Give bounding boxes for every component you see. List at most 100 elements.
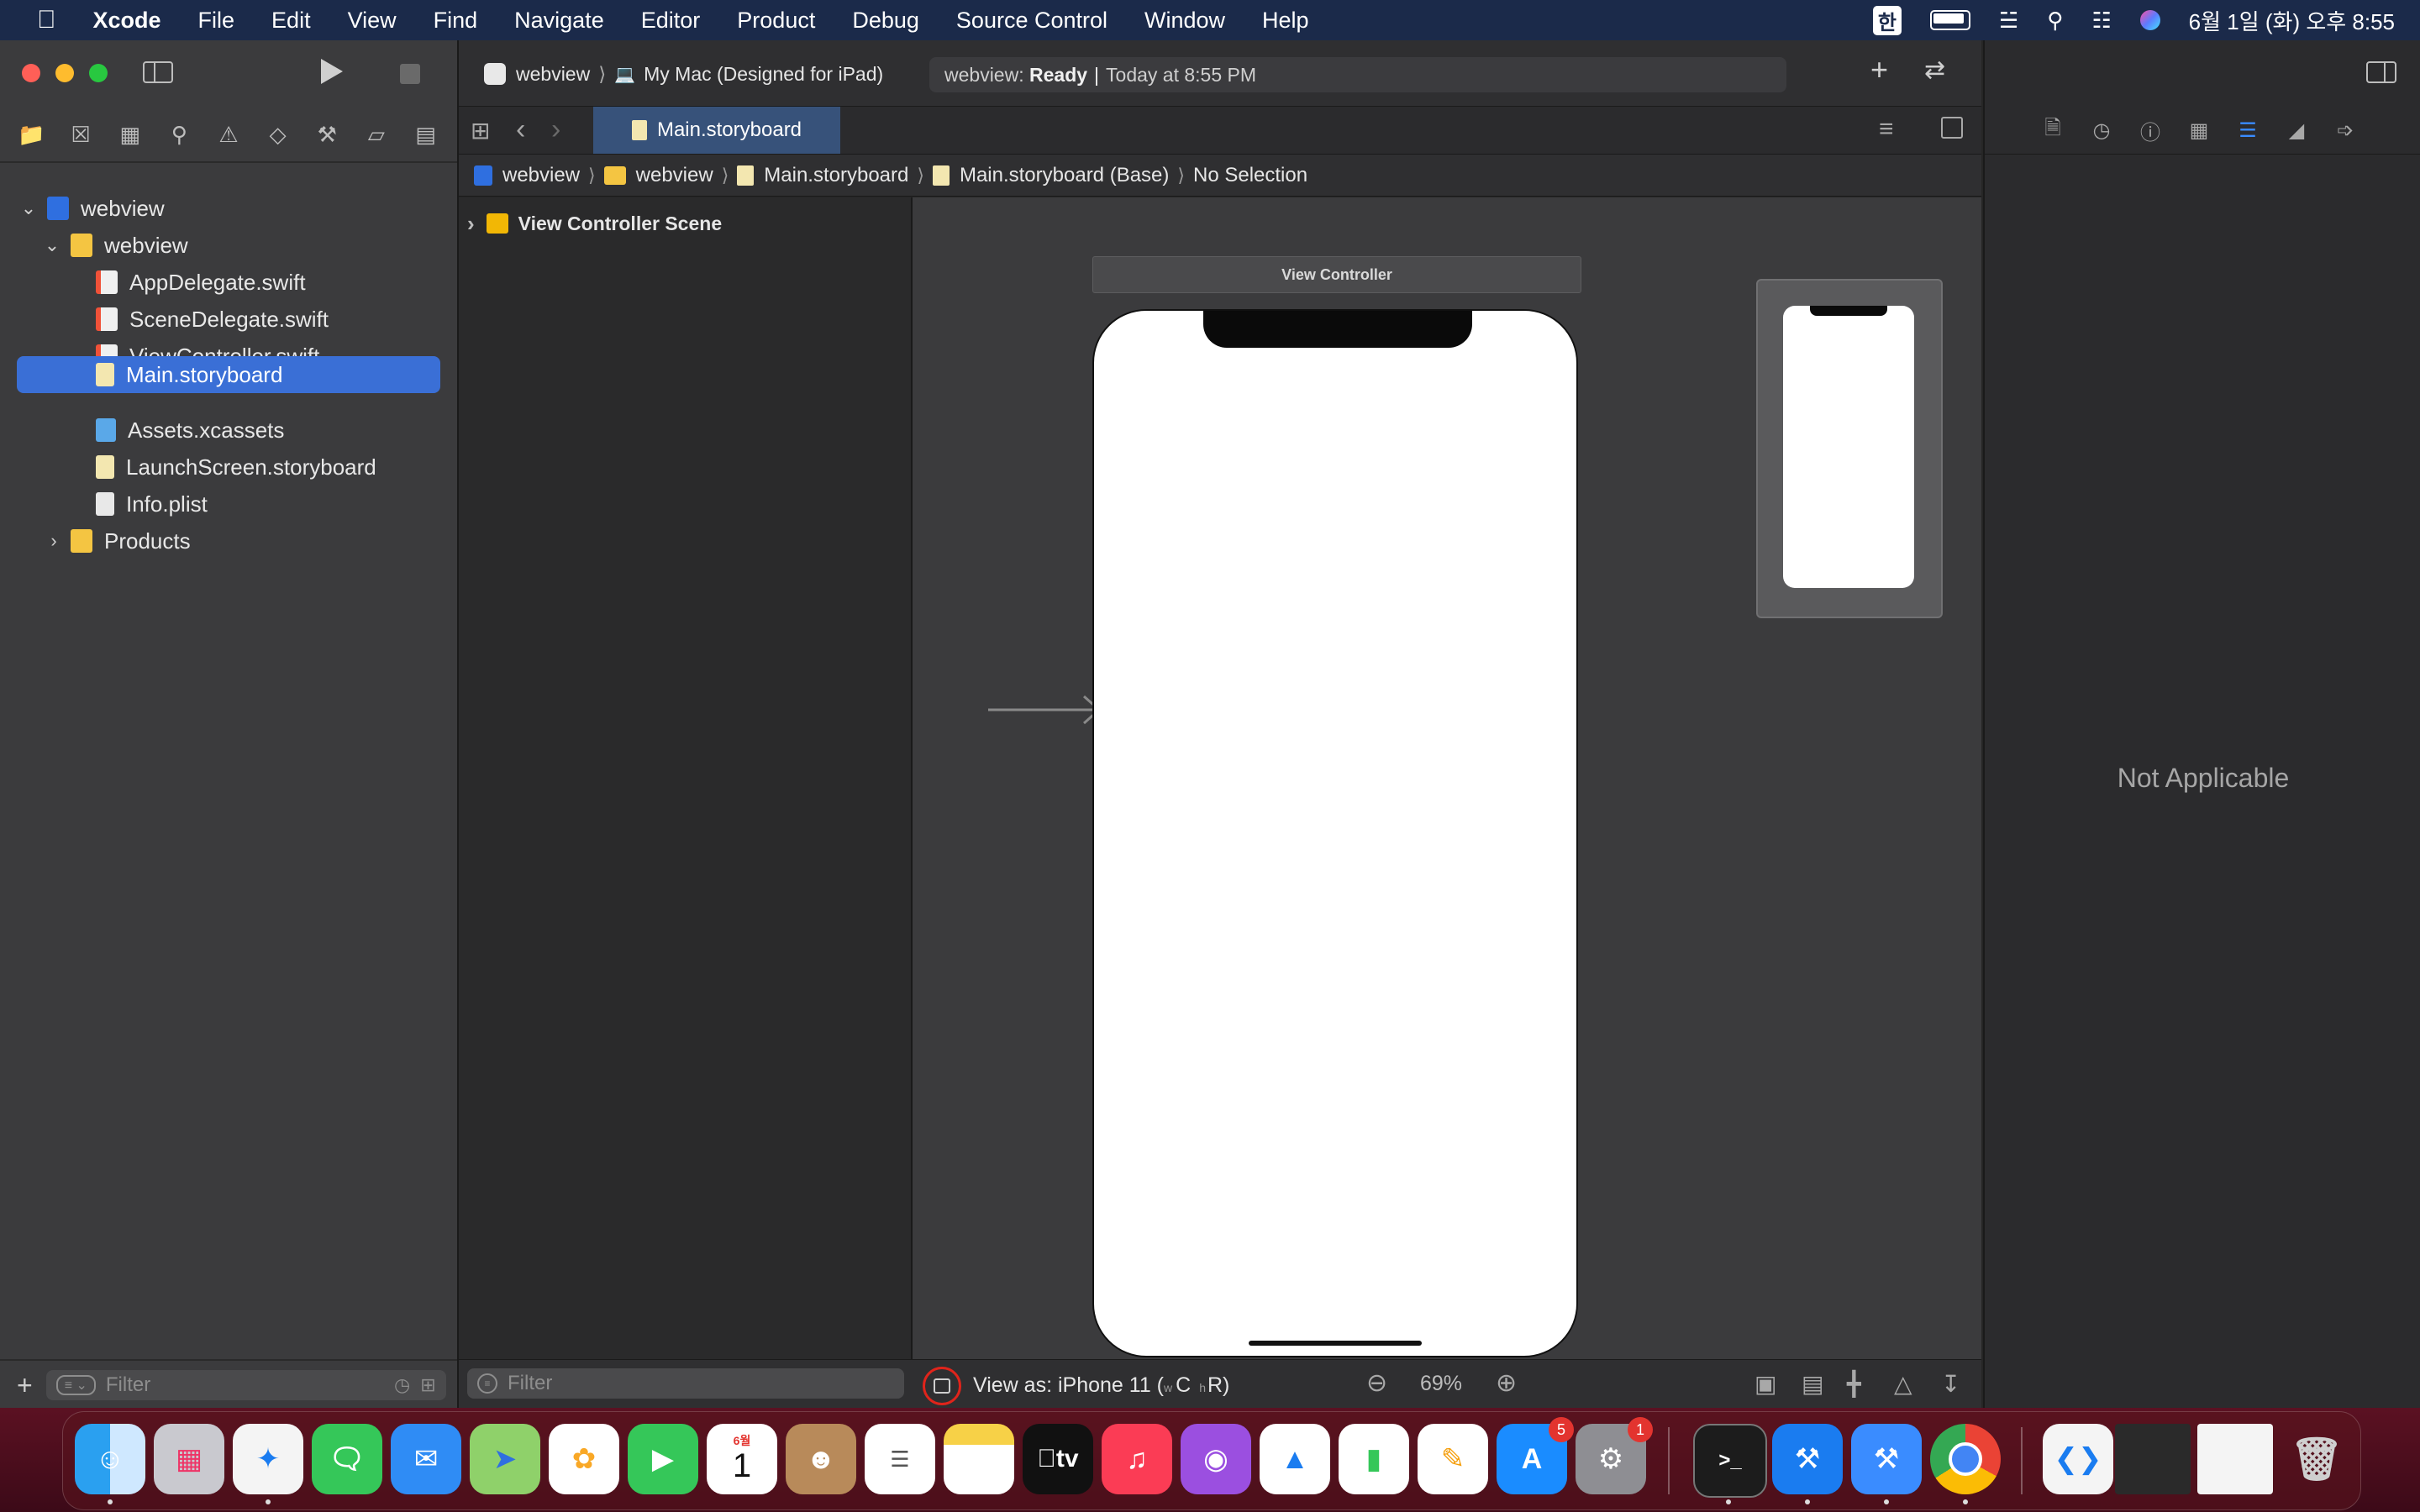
tree-item-info-plist[interactable]: Info.plist — [0, 486, 457, 522]
breadcrumb-file[interactable]: Main.storyboard — [737, 164, 908, 187]
xcode-icon[interactable]: ⚒ — [1772, 1424, 1843, 1494]
facetime-icon[interactable]: ▶ — [628, 1424, 698, 1494]
control-center-icon[interactable]: ☷ — [2091, 8, 2111, 34]
update-frames-icon[interactable]: ▣ — [1754, 1370, 1776, 1398]
zoom-out-magnifier-icon[interactable]: ⊖ — [1366, 1368, 1387, 1398]
attributes-inspector-sliders-icon[interactable]: ☰ — [2235, 118, 2260, 144]
breadcrumb-localization[interactable]: Main.storyboard (Base) — [932, 164, 1169, 187]
toggle-inspector-icon[interactable] — [2366, 61, 2396, 83]
app-store-icon[interactable]: A 5 — [1497, 1417, 1574, 1494]
music-icon[interactable]: ♫ — [1102, 1424, 1172, 1494]
run-destination[interactable]: My Mac (Designed for iPad) — [644, 63, 883, 86]
battery-icon[interactable] — [1929, 10, 1970, 30]
scheme-selector[interactable]: webview ⟩ 💻 My Mac (Designed for iPad) — [484, 57, 883, 91]
tab-main-storyboard[interactable]: Main.storyboard — [593, 107, 840, 154]
tree-item-appdelegate[interactable]: AppDelegate.swift — [0, 264, 457, 301]
report-navigator-icon[interactable]: ▤ — [413, 121, 439, 148]
menu-find[interactable]: Find — [434, 8, 478, 34]
menu-product[interactable]: Product — [737, 8, 815, 34]
tree-item-scenedelegate[interactable]: SceneDelegate.swift — [0, 301, 457, 338]
mail-icon[interactable]: ✉ — [391, 1424, 461, 1494]
tree-item-main-storyboard[interactable]: Main.storyboard — [17, 356, 440, 393]
menu-debug[interactable]: Debug — [852, 8, 919, 34]
connections-inspector-icon[interactable]: ➩ — [2333, 118, 2358, 144]
minimize-window-button[interactable] — [55, 64, 74, 82]
breadcrumb-group[interactable]: webview — [603, 164, 713, 187]
add-constraints-icon[interactable]: ╋ — [1847, 1370, 1861, 1398]
source-control-filter-icon[interactable]: ⊞ — [420, 1374, 435, 1396]
breadcrumb-project[interactable]: webview — [474, 164, 580, 187]
test-navigator-diamond-icon[interactable]: ◇ — [265, 121, 292, 148]
pages-icon[interactable]: ✎ — [1418, 1424, 1488, 1494]
align-constraints-icon[interactable]: ▤ — [1802, 1370, 1823, 1398]
resolve-issues-icon[interactable]: △ — [1894, 1370, 1912, 1398]
tree-item-assets[interactable]: Assets.xcassets — [0, 412, 457, 449]
menu-source-control[interactable]: Source Control — [956, 8, 1107, 34]
iphone-view-controller-frame[interactable] — [1092, 309, 1578, 1357]
identity-inspector-icon[interactable]: ▦ — [2186, 118, 2212, 144]
terminal-icon[interactable]: >_ — [1693, 1424, 1767, 1498]
toggle-document-outline-icon[interactable] — [923, 1367, 961, 1405]
zoom-window-button[interactable] — [89, 64, 108, 82]
tree-item-launchscreen[interactable]: LaunchScreen.storyboard — [0, 449, 457, 486]
related-items-grid-icon[interactable]: ⊞ — [471, 117, 490, 144]
apple-tv-icon[interactable]: tv — [1023, 1424, 1093, 1494]
toggle-navigator-icon[interactable] — [143, 61, 173, 83]
maps-icon[interactable]: ➤ — [470, 1424, 540, 1494]
tree-item-project[interactable]: ⌄ webview — [0, 190, 457, 227]
breadcrumb-selection[interactable]: No Selection — [1193, 164, 1307, 187]
numbers-icon[interactable]: ▮ — [1339, 1424, 1409, 1494]
photos-icon[interactable]: ✿ — [549, 1424, 619, 1494]
zoom-level[interactable]: 69% — [1420, 1372, 1462, 1396]
menu-navigate[interactable]: Navigate — [514, 8, 604, 34]
apple-menu-icon[interactable]:  — [37, 6, 56, 34]
symbol-navigator-icon[interactable]: ▦ — [117, 121, 144, 148]
stop-button[interactable] — [400, 64, 420, 84]
zoom-in-magnifier-icon[interactable]: ⊕ — [1496, 1368, 1517, 1398]
recent-document-thumbnail-icon[interactable] — [2197, 1424, 2273, 1494]
quick-help-question-icon[interactable]: ⓘ — [2138, 118, 2163, 144]
disclosure-chevron-right-icon[interactable]: › — [467, 211, 475, 237]
disclosure-chevron-down-icon[interactable]: ⌄ — [20, 197, 37, 219]
chrome-icon[interactable] — [1930, 1424, 2001, 1494]
source-control-icon[interactable]: ☒ — [67, 121, 94, 148]
menu-editor[interactable]: Editor — [641, 8, 701, 34]
menubar-clock[interactable]: 6월 1일 (화) 오후 8:55 — [2189, 5, 2395, 36]
menu-file[interactable]: File — [198, 8, 235, 34]
add-file-plus-icon[interactable]: + — [17, 1370, 33, 1401]
disclosure-chevron-right-icon[interactable]: › — [45, 530, 62, 552]
library-plus-icon[interactable]: + — [1870, 52, 1888, 87]
add-editor-split-icon[interactable] — [1941, 117, 1963, 139]
navigator-filter-field[interactable]: ≡ ⌄ Filter ◷ ⊞ — [45, 1370, 446, 1400]
back-chevron-icon[interactable]: ‹ — [516, 113, 525, 146]
menu-help[interactable]: Help — [1262, 8, 1309, 34]
xcode-beta-icon[interactable]: ⚒ — [1851, 1424, 1922, 1494]
tree-item-group-webview[interactable]: ⌄ webview — [0, 227, 457, 264]
outline-scene-row[interactable]: › View Controller Scene — [467, 209, 722, 238]
podcasts-icon[interactable]: ◉ — [1181, 1424, 1251, 1494]
find-navigator-search-icon[interactable]: ⚲ — [166, 121, 192, 148]
siri-icon[interactable] — [2139, 10, 2160, 30]
spotlight-search-icon[interactable]: ⚲ — [2047, 8, 2063, 34]
code-review-arrows-icon[interactable]: ⇄ — [1924, 55, 1945, 85]
size-inspector-ruler-icon[interactable]: ◢ — [2284, 118, 2309, 144]
launchpad-icon[interactable]: ▦ — [154, 1424, 224, 1494]
trash-icon[interactable]: 🗑 — [2281, 1424, 2352, 1494]
finder-icon[interactable]: ☺ — [75, 1424, 145, 1494]
vscode-icon[interactable]: ❮❯ — [2043, 1424, 2113, 1494]
reminders-icon[interactable]: ☰ — [865, 1424, 935, 1494]
interface-builder-canvas[interactable]: View Controller — [913, 197, 1981, 1359]
notes-icon[interactable] — [944, 1424, 1014, 1494]
entry-point-arrow[interactable] — [988, 693, 1106, 727]
outline-filter-field[interactable]: ≡ Filter — [467, 1368, 904, 1399]
scene-title-bar[interactable]: View Controller — [1092, 256, 1581, 293]
tree-item-products[interactable]: › Products — [0, 522, 457, 559]
system-preferences-gear-icon[interactable]: ⚙ 1 — [1576, 1417, 1653, 1494]
debug-navigator-spray-icon[interactable]: ⚒ — [313, 121, 340, 148]
contacts-icon[interactable]: ☻ — [786, 1424, 856, 1494]
close-window-button[interactable] — [22, 64, 40, 82]
issue-navigator-warning-icon[interactable]: ⚠ — [215, 121, 242, 148]
wifi-icon[interactable]: ☱ — [1999, 8, 2018, 34]
breakpoint-navigator-icon[interactable]: ▱ — [363, 121, 390, 148]
calendar-icon[interactable]: 6월 1 — [707, 1424, 777, 1494]
